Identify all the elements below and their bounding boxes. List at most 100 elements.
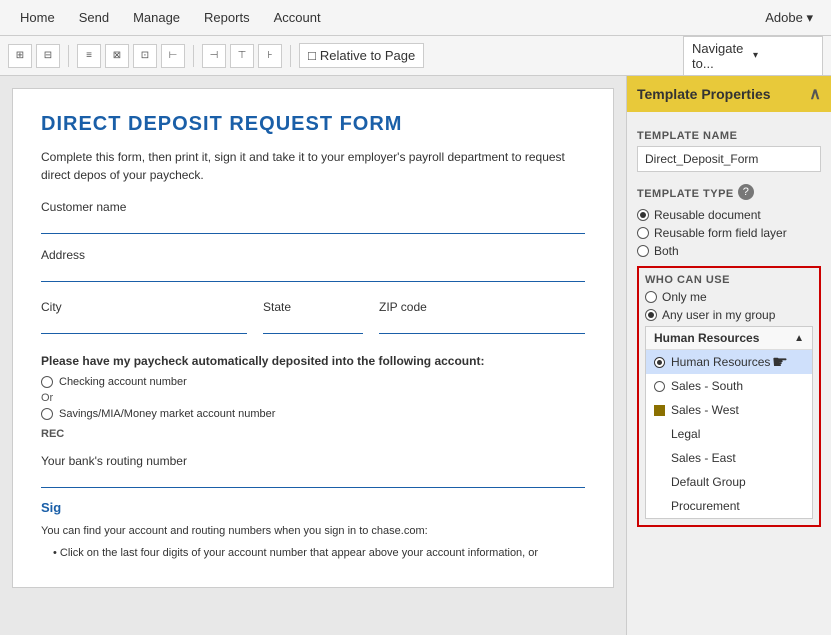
footer-text: You can find your account and routing nu…: [41, 525, 585, 537]
both-label: Both: [654, 244, 679, 258]
menu-home[interactable]: Home: [8, 4, 67, 31]
group-dropdown: Human Resources ▲ Human Resources ☛ Sale…: [645, 326, 813, 519]
cursor-hand-icon: ☛: [772, 352, 788, 373]
state-field[interactable]: [263, 316, 363, 334]
reusable-doc-label: Reusable document: [654, 208, 761, 222]
city-label: City: [41, 300, 247, 314]
routing-field[interactable]: [41, 470, 585, 488]
toolbar-btn-9[interactable]: ⊦: [258, 44, 282, 68]
only-me-radio: [645, 291, 657, 303]
group-header-text: Human Resources: [654, 331, 759, 345]
zip-label: ZIP code: [379, 300, 585, 314]
template-type-both[interactable]: Both: [637, 244, 821, 258]
procurement-label: Procurement: [654, 499, 740, 513]
menu-reports[interactable]: Reports: [192, 4, 262, 31]
menu-send[interactable]: Send: [67, 4, 121, 31]
group-item-procurement[interactable]: Procurement: [646, 494, 812, 518]
menu-manage[interactable]: Manage: [121, 4, 192, 31]
toolbar-separator-2: [193, 45, 194, 67]
group-item-legal[interactable]: Legal: [646, 422, 812, 446]
sales-east-label: Sales - East: [654, 451, 736, 465]
toolbar-btn-3[interactable]: ≡: [77, 44, 101, 68]
template-name-label: TEMPLATE NAME: [637, 130, 821, 142]
footer-bullet: • Click on the last four digits of your …: [53, 547, 585, 559]
template-type-label: TEMPLATE TYPE: [637, 188, 734, 200]
template-type-form-field[interactable]: Reusable form field layer: [637, 226, 821, 240]
panel-header: Template Properties ∧: [627, 76, 831, 112]
default-group-label: Default Group: [654, 475, 746, 489]
rec-label: REC: [41, 428, 585, 440]
or-text: Or: [41, 392, 585, 404]
template-name-input[interactable]: [637, 146, 821, 172]
toolbar-separator-1: [68, 45, 69, 67]
only-me-option[interactable]: Only me: [645, 290, 813, 304]
toolbar-btn-2[interactable]: ⊟: [36, 44, 60, 68]
legal-label: Legal: [654, 427, 700, 441]
any-user-option[interactable]: Any user in my group: [645, 308, 813, 322]
template-type-row: TEMPLATE TYPE ?: [637, 180, 821, 204]
relative-to-page-button[interactable]: □ Relative to Page: [299, 43, 424, 68]
any-user-label: Any user in my group: [662, 308, 775, 322]
who-can-use-label: WHO CAN USE: [645, 274, 813, 286]
sig-label: Sig: [41, 500, 585, 515]
document-title: DIRECT DEPOSIT REQUEST FORM: [41, 113, 585, 136]
menu-account[interactable]: Account: [262, 4, 333, 31]
checking-account-row: Checking account number: [41, 376, 585, 388]
panel-body: TEMPLATE NAME TEMPLATE TYPE ? Reusable d…: [627, 112, 831, 635]
relative-page-label: Relative to Page: [320, 48, 415, 63]
who-can-use-section: WHO CAN USE Only me Any user in my group…: [637, 266, 821, 527]
toolbar-btn-8[interactable]: ⊤: [230, 44, 254, 68]
zip-field[interactable]: [379, 316, 585, 334]
customer-name-field[interactable]: [41, 216, 585, 234]
template-type-reusable-doc[interactable]: Reusable document: [637, 208, 821, 222]
reusable-doc-radio: [637, 209, 649, 221]
deposit-section-label: Please have my paycheck automatically de…: [41, 354, 585, 368]
navigate-dropdown[interactable]: Navigate to... ▾: [683, 36, 823, 76]
panel-title: Template Properties: [637, 86, 771, 102]
city-field[interactable]: [41, 316, 247, 334]
group-item-default-group[interactable]: Default Group: [646, 470, 812, 494]
document-area[interactable]: DIRECT DEPOSIT REQUEST FORM Complete thi…: [0, 76, 626, 635]
sales-south-label: Sales - South: [671, 379, 743, 393]
toolbar-btn-4[interactable]: ⊠: [105, 44, 129, 68]
toolbar-btn-6[interactable]: ⊢: [161, 44, 185, 68]
human-resources-radio: [654, 357, 665, 368]
sales-west-label: Sales - West: [671, 403, 739, 417]
navigate-label: Navigate to...: [692, 41, 753, 71]
checking-radio[interactable]: [41, 376, 53, 388]
group-item-sales-east[interactable]: Sales - East: [646, 446, 812, 470]
human-resources-label: Human Resources: [671, 355, 770, 369]
checking-label: Checking account number: [59, 376, 187, 388]
toolbar-btn-7[interactable]: ⊣: [202, 44, 226, 68]
group-header: Human Resources ▲: [646, 327, 812, 350]
group-scroll-up[interactable]: ▲: [794, 333, 804, 344]
address-label: Address: [41, 248, 585, 262]
template-type-help-icon[interactable]: ?: [738, 184, 754, 200]
adobe-menu[interactable]: Adobe ▾: [755, 4, 823, 32]
form-field-label-text: Reusable form field layer: [654, 226, 787, 240]
document-description: Complete this form, then print it, sign …: [41, 148, 585, 184]
document-content: DIRECT DEPOSIT REQUEST FORM Complete thi…: [12, 88, 614, 588]
savings-account-row: Savings/MIA/Money market account number: [41, 408, 585, 420]
savings-label: Savings/MIA/Money market account number: [59, 408, 275, 420]
sales-south-radio: [654, 381, 665, 392]
main-layout: DIRECT DEPOSIT REQUEST FORM Complete thi…: [0, 76, 831, 635]
relative-page-checkbox-icon: □: [308, 48, 316, 63]
menu-bar: Home Send Manage Reports Account Adobe ▾: [0, 0, 831, 36]
group-item-sales-south[interactable]: Sales - South: [646, 374, 812, 398]
routing-label: Your bank's routing number: [41, 454, 585, 468]
address-field[interactable]: [41, 264, 585, 282]
toolbar-separator-3: [290, 45, 291, 67]
navigate-dropdown-arrow: ▾: [753, 50, 814, 61]
group-item-sales-west[interactable]: Sales - West: [646, 398, 812, 422]
only-me-label: Only me: [662, 290, 707, 304]
toolbar-btn-1[interactable]: ⊞: [8, 44, 32, 68]
toolbar-btn-5[interactable]: ⊡: [133, 44, 157, 68]
both-radio: [637, 245, 649, 257]
form-field-radio: [637, 227, 649, 239]
group-item-human-resources[interactable]: Human Resources ☛: [646, 350, 812, 374]
savings-radio[interactable]: [41, 408, 53, 420]
panel-collapse-button[interactable]: ∧: [809, 84, 821, 104]
toolbar: ⊞ ⊟ ≡ ⊠ ⊡ ⊢ ⊣ ⊤ ⊦ □ Relative to Page Nav…: [0, 36, 831, 76]
customer-name-label: Customer name: [41, 200, 585, 214]
